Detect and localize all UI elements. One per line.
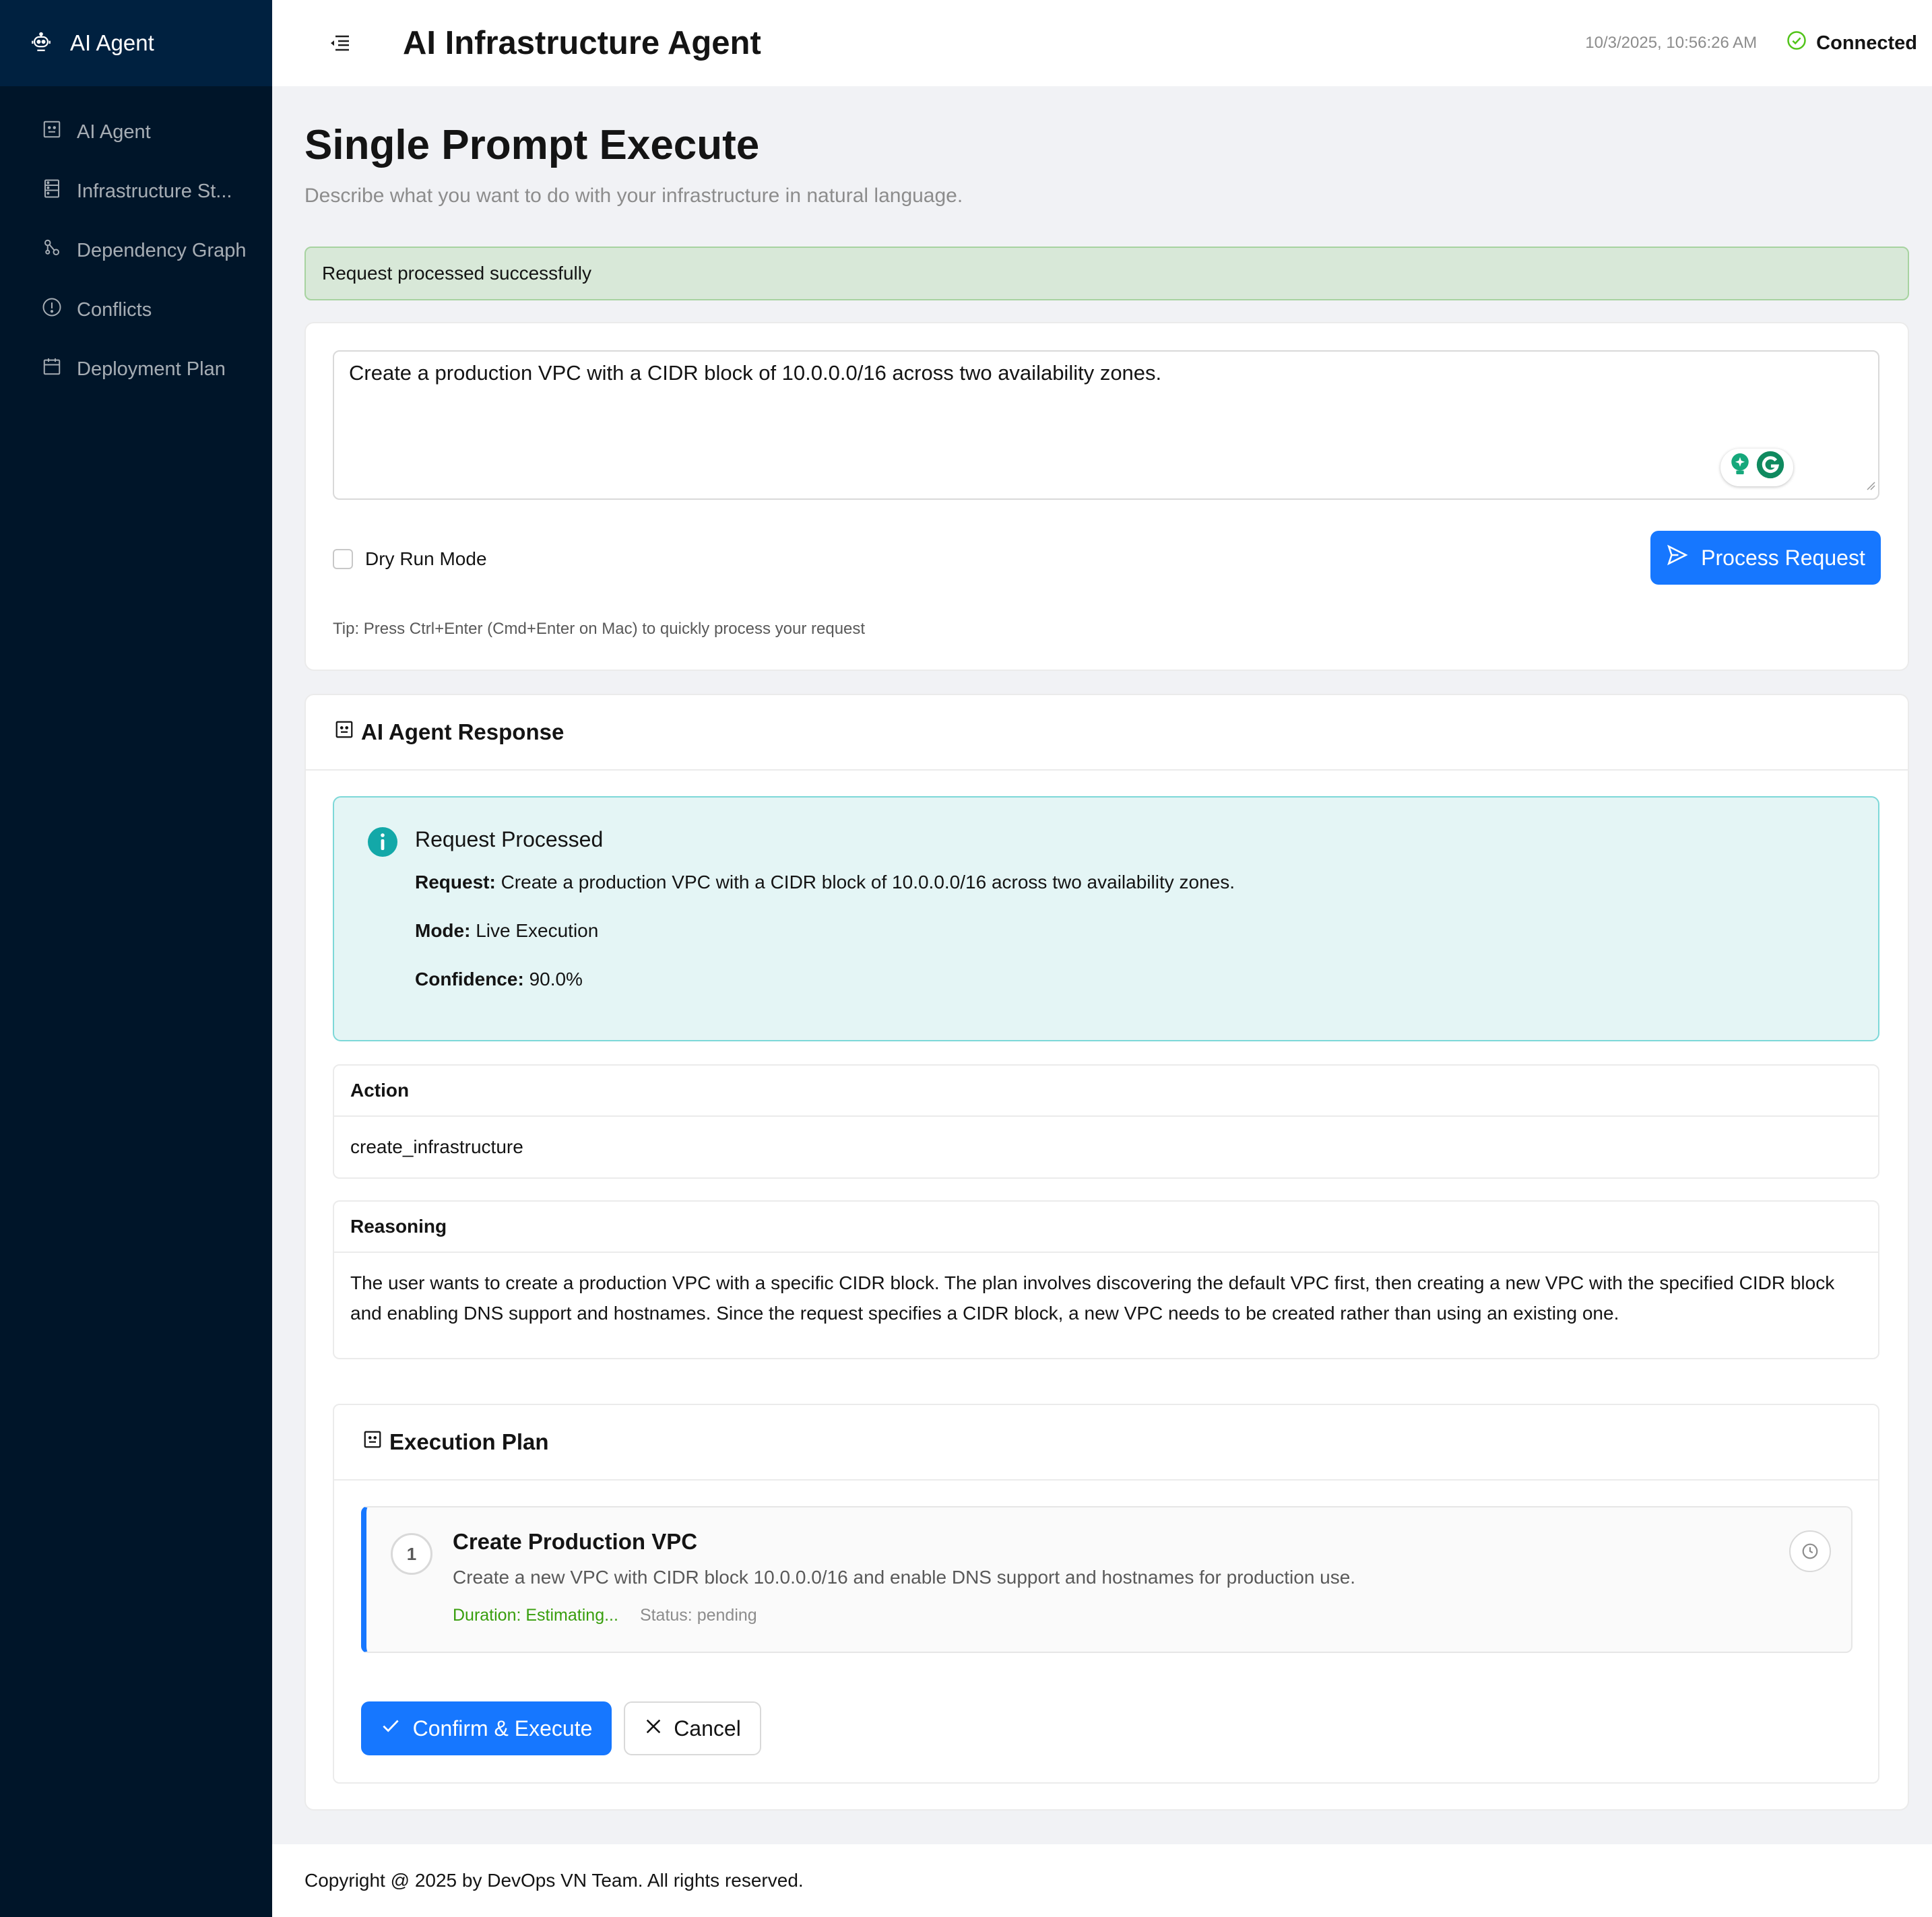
request-label: Request: — [415, 872, 496, 892]
prompt-input[interactable]: Create a production VPC with a CIDR bloc… — [333, 350, 1879, 500]
mode-label: Mode: — [415, 920, 471, 941]
step-title: Create Production VPC — [453, 1529, 698, 1554]
cancel-label: Cancel — [674, 1716, 741, 1741]
process-request-label: Process Request — [1701, 545, 1865, 570]
send-icon — [1666, 544, 1689, 572]
sidebar-item-infrastructure-state[interactable]: Infrastructure St... — [0, 162, 272, 221]
sidebar-item-label: Deployment Plan — [77, 358, 226, 380]
prompt-input-value: Create a production VPC with a CIDR bloc… — [349, 361, 1162, 385]
timestamp: 10/3/2025, 10:56:26 AM — [1585, 34, 1758, 52]
reasoning-header: Reasoning — [334, 1202, 1878, 1253]
robot-logo-icon — [30, 30, 53, 57]
response-header: AI Agent Response — [306, 695, 1908, 771]
step-description: Create a new VPC with CIDR block 10.0.0.… — [453, 1567, 1356, 1588]
request-line: Request: Create a production VPC with a … — [415, 872, 1235, 893]
brand-label: AI Agent — [70, 30, 154, 55]
connection-status: Connected — [1786, 30, 1917, 56]
clock-icon — [1789, 1530, 1831, 1572]
shortcut-tip: Tip: Press Ctrl+Enter (Cmd+Enter on Mac)… — [333, 620, 866, 638]
step-status: Status: pending — [639, 1606, 757, 1625]
process-request-button[interactable]: Process Request — [1650, 531, 1881, 585]
footer: Copyright @ 2025 by DevOps VN Team. All … — [272, 1844, 1932, 1917]
sidebar-item-label: Dependency Graph — [77, 239, 247, 261]
robot-icon — [334, 719, 354, 745]
execution-plan-title: Execution Plan — [389, 1429, 549, 1454]
execution-plan-card: Execution Plan 1 Create Production VPC C… — [333, 1404, 1879, 1784]
sidebar-menu: AI Agent Infrastructure St... Dependency… — [0, 86, 272, 399]
check-circle-icon — [1786, 30, 1807, 56]
lightbulb-icon — [1729, 452, 1751, 483]
sidebar-item-ai-agent[interactable]: AI Agent — [0, 102, 272, 162]
request-value: Create a production VPC with a CIDR bloc… — [501, 872, 1235, 892]
action-value: create_infrastructure — [350, 1136, 523, 1157]
info-title: Request Processed — [415, 827, 604, 851]
confidence-line: Confidence: 90.0% — [415, 969, 583, 990]
sidebar-item-label: Conflicts — [77, 298, 152, 321]
response-card: AI Agent Response Request Processed Requ… — [304, 694, 1909, 1811]
sidebar-item-conflicts[interactable]: Conflicts — [0, 280, 272, 339]
step-meta: Duration: Estimating... Status: pending — [453, 1606, 757, 1625]
confirm-execute-label: Confirm & Execute — [412, 1716, 593, 1741]
sidebar-item-label: Infrastructure St... — [77, 180, 232, 202]
reasoning-card: Reasoning The user wants to create a pro… — [333, 1200, 1879, 1359]
response-title: AI Agent Response — [361, 719, 565, 744]
page-title: Single Prompt Execute — [304, 122, 760, 168]
calendar-icon — [42, 356, 62, 382]
check-icon — [381, 1716, 401, 1741]
info-circle-icon — [366, 826, 399, 862]
dry-run-label: Dry Run Mode — [365, 548, 487, 569]
top-header: AI Infrastructure Agent 10/3/2025, 10:56… — [272, 0, 1932, 86]
confidence-value: 90.0% — [529, 969, 583, 989]
plan-step: 1 Create Production VPC Create a new VPC… — [361, 1506, 1853, 1653]
info-alert: Request Processed Request: Create a prod… — [333, 796, 1879, 1041]
mode-line: Mode: Live Execution — [415, 920, 598, 942]
execution-plan-header: Execution Plan — [334, 1405, 1878, 1481]
step-number: 1 — [391, 1533, 432, 1575]
reasoning-text: The user wants to create a production VP… — [350, 1272, 1835, 1324]
cancel-button[interactable]: Cancel — [624, 1701, 761, 1755]
sidebar-item-dependency-graph[interactable]: Dependency Graph — [0, 221, 272, 280]
page-subtitle: Describe what you want to do with your i… — [304, 185, 963, 207]
resize-handle-icon[interactable] — [1866, 472, 1875, 496]
sidebar-item-label: AI Agent — [77, 121, 151, 143]
action-card: Action create_infrastructure — [333, 1064, 1879, 1179]
action-header: Action — [334, 1066, 1878, 1117]
app-title: AI Infrastructure Agent — [403, 25, 761, 61]
grammarly-widget[interactable] — [1720, 449, 1793, 486]
close-icon — [644, 1716, 663, 1741]
confidence-label: Confidence: — [415, 969, 524, 989]
copyright-text: Copyright @ 2025 by DevOps VN Team. All … — [304, 1870, 804, 1891]
robot-icon — [362, 1429, 383, 1455]
mode-value: Live Execution — [476, 920, 599, 941]
grammarly-icon — [1756, 450, 1785, 485]
confirm-execute-button[interactable]: Confirm & Execute — [361, 1701, 612, 1755]
database-icon — [42, 178, 62, 204]
dry-run-toggle[interactable]: Dry Run Mode — [333, 548, 487, 570]
dry-run-checkbox[interactable] — [333, 549, 353, 569]
sidebar-brand[interactable]: AI Agent — [0, 0, 272, 86]
sidebar: AI Agent AI Agent Infrastructure St... D… — [0, 0, 272, 1917]
connection-label: Connected — [1816, 32, 1917, 54]
sidebar-item-deployment-plan[interactable]: Deployment Plan — [0, 339, 272, 399]
header-right: 10/3/2025, 10:56:26 AM Connected — [1585, 30, 1917, 56]
prompt-card: Create a production VPC with a CIDR bloc… — [304, 322, 1909, 671]
graph-icon — [42, 238, 62, 263]
menu-fold-icon[interactable] — [325, 28, 354, 58]
robot-icon — [42, 119, 62, 145]
step-duration: Duration: Estimating... — [453, 1606, 618, 1625]
exclamation-circle-icon — [42, 297, 62, 323]
success-alert: Request processed successfully — [304, 247, 1909, 300]
